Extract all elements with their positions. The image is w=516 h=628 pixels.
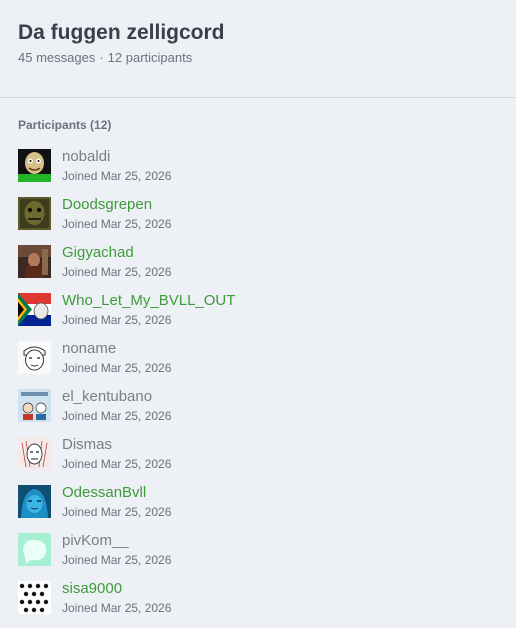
painting-avatar[interactable]	[18, 245, 51, 278]
participant-count: 12 participants	[107, 50, 193, 65]
participant-name[interactable]: pivKom__	[62, 532, 171, 550]
participant-item[interactable]: Gigyachad Joined Mar 25, 2026	[18, 244, 498, 292]
participant-name[interactable]: Dismas	[62, 436, 171, 454]
participant-joined-date: Joined Mar 25, 2026	[62, 409, 172, 423]
participant-joined-date: Joined Mar 25, 2026	[62, 313, 172, 327]
chat-title: Da fuggen zelligcord	[18, 21, 225, 44]
participant-item[interactable]: Doodsgrepen Joined Mar 25, 2026	[18, 196, 498, 244]
flag-icon	[18, 293, 51, 326]
participants-list: nobaldi Joined Mar 25, 2026 Doodsgrepen …	[0, 148, 516, 628]
stats-separator: ·	[99, 50, 104, 65]
mint-blob-icon	[18, 533, 51, 566]
cartoon-icon	[18, 389, 51, 422]
bald-head-avatar[interactable]	[18, 149, 51, 182]
blue-anime-avatar[interactable]	[18, 485, 51, 518]
drawn-face-icon	[18, 437, 51, 470]
participant-item[interactable]: pivKom__ Joined Mar 25, 2026	[18, 532, 498, 580]
participant-joined-date: Joined Mar 25, 2026	[62, 361, 172, 375]
participant-joined-date: Joined Mar 25, 2026	[62, 217, 172, 231]
participant-item[interactable]: el_kentubano Joined Mar 25, 2026	[18, 388, 498, 436]
cartoon-avatar[interactable]	[18, 389, 51, 422]
participant-item[interactable]: OdessanBvll Joined Mar 25, 2026	[18, 484, 498, 532]
participant-name[interactable]: Doodsgrepen	[62, 196, 171, 214]
participant-name[interactable]: noname	[62, 340, 171, 358]
participant-name[interactable]: sisa9000	[62, 580, 171, 598]
participant-item[interactable]: Who_Let_My_BVLL_OUT Joined Mar 25, 2026	[18, 292, 498, 340]
participant-name[interactable]: Gigyachad	[62, 244, 171, 262]
flag-avatar[interactable]	[18, 293, 51, 326]
participant-item[interactable]: Dismas Joined Mar 25, 2026	[18, 436, 498, 484]
participant-name[interactable]: nobaldi	[62, 148, 171, 166]
pattern-icon	[18, 581, 51, 614]
painting-icon	[18, 245, 51, 278]
header-divider	[0, 97, 516, 98]
participant-joined-date: Joined Mar 25, 2026	[62, 553, 172, 567]
participant-name[interactable]: Who_Let_My_BVLL_OUT	[62, 292, 235, 310]
bald-head-icon	[18, 149, 51, 182]
participant-joined-date: Joined Mar 25, 2026	[62, 457, 172, 471]
participants-heading: Participants (12)	[18, 118, 112, 132]
pattern-avatar[interactable]	[18, 581, 51, 614]
mint-blob-avatar[interactable]	[18, 533, 51, 566]
participant-item[interactable]: nobaldi Joined Mar 25, 2026	[18, 148, 498, 196]
participant-item[interactable]: noname Joined Mar 25, 2026	[18, 340, 498, 388]
sketch-face-icon	[18, 341, 51, 374]
participant-item[interactable]: sisa9000 Joined Mar 25, 2026	[18, 580, 498, 628]
participant-name[interactable]: OdessanBvll	[62, 484, 171, 502]
dark-portrait-icon	[18, 197, 51, 230]
chat-header: Da fuggen zelligcord 45 messages · 12 part…	[0, 0, 516, 77]
dark-portrait-avatar[interactable]	[18, 197, 51, 230]
blue-anime-icon	[18, 485, 51, 518]
participant-joined-date: Joined Mar 25, 2026	[62, 601, 172, 615]
participant-joined-date: Joined Mar 25, 2026	[62, 505, 172, 519]
sketch-face-avatar[interactable]	[18, 341, 51, 374]
message-count: 45 messages	[18, 50, 96, 65]
participant-joined-date: Joined Mar 25, 2026	[62, 169, 172, 183]
chat-stats: 45 messages · 12 participants	[18, 50, 498, 66]
drawn-face-avatar[interactable]	[18, 437, 51, 470]
participant-name[interactable]: el_kentubano	[62, 388, 171, 406]
participant-joined-date: Joined Mar 25, 2026	[62, 265, 172, 279]
